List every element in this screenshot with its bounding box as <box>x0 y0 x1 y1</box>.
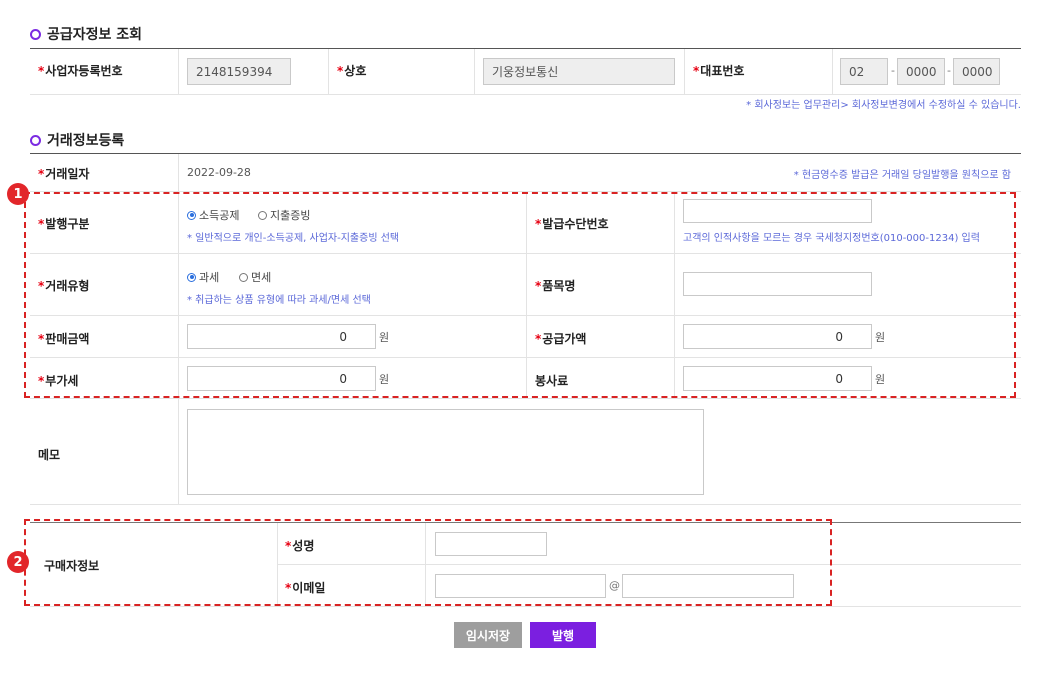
phone-area-field: 02 <box>840 58 888 85</box>
transaction-section-title: 거래정보등록 <box>30 130 124 150</box>
highlight-box-1 <box>24 192 1016 398</box>
section-bullet-icon <box>30 28 41 40</box>
memo-label: 메모 <box>38 448 61 462</box>
phone-dash: - <box>947 64 951 77</box>
company-label: * 상호 <box>337 63 367 79</box>
issue-button[interactable]: 발행 <box>530 622 596 648</box>
date-label: * 거래일자 <box>38 166 90 182</box>
divider <box>328 49 329 94</box>
divider <box>832 49 833 94</box>
divider <box>178 49 179 94</box>
phone-last-field: 0000 <box>953 58 1000 85</box>
supplier-bottom-border <box>30 94 1021 95</box>
biz-no-label: * 사업자등록번호 <box>38 63 123 79</box>
phone-dash: - <box>891 64 895 77</box>
divider <box>684 49 685 94</box>
badge-2: 2 <box>7 551 29 573</box>
date-value: 2022-09-28 <box>187 166 251 179</box>
temp-save-button[interactable]: 임시저장 <box>454 622 522 648</box>
badge-1: 1 <box>7 183 29 205</box>
row-line <box>30 504 1021 505</box>
supplier-section-title: 공급자정보 조회 <box>30 24 142 44</box>
supplier-note: * 회사정보는 업무관리> 회사정보변경에서 수정하실 수 있습니다. <box>746 100 1021 111</box>
row-line <box>30 606 1021 607</box>
section-bullet-icon <box>30 134 41 146</box>
company-field: 기웅정보통신 <box>483 58 675 85</box>
memo-textarea[interactable] <box>187 409 704 495</box>
phone-label: * 대표번호 <box>693 63 745 79</box>
phone-mid-field: 0000 <box>897 58 945 85</box>
divider <box>474 49 475 94</box>
biz-no-field: 2148159394 <box>187 58 291 85</box>
date-note: * 현금영수증 발급은 거래일 당일발행을 원칙으로 함 <box>793 170 1011 181</box>
highlight-box-2 <box>24 519 832 606</box>
